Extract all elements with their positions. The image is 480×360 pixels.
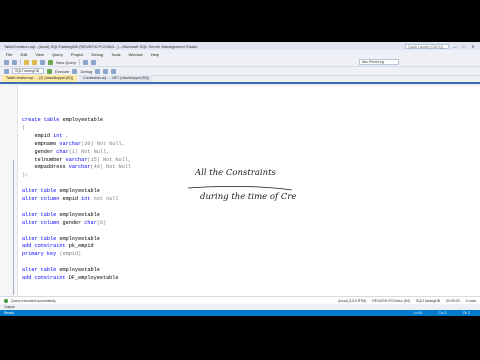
quick-launch-input[interactable]: Quick Launch (Ctrl+Q)	[405, 43, 449, 49]
execute-icon[interactable]	[47, 68, 52, 74]
menu-file[interactable]: File	[6, 52, 12, 57]
menu-project[interactable]: Project	[71, 52, 83, 57]
window-title: TableCreation.sql - (local).SQLTrainingD…	[4, 43, 198, 49]
menu-window[interactable]: Window	[128, 52, 142, 57]
menu-query[interactable]: Query	[52, 52, 63, 57]
title-bar-controls: Quick Launch (Ctrl+Q) — □ ✕	[405, 43, 476, 49]
results-text-icon[interactable]	[111, 68, 117, 74]
database-dropdown[interactable]: SQLTrainingDB	[12, 68, 44, 74]
menu-debug[interactable]: Debug	[91, 52, 103, 57]
close-button[interactable]: ✕	[470, 44, 476, 49]
handwritten-note-line2: during the time of Cre	[200, 192, 297, 202]
forward-icon[interactable]	[12, 59, 17, 65]
column-number: Col 2	[438, 311, 447, 315]
cursor-position: Ln 40 Col 2 Ch 2	[414, 310, 480, 316]
parse-icon[interactable]	[95, 68, 101, 74]
success-icon	[4, 298, 8, 303]
status-message: Query executed successfully.	[11, 298, 57, 303]
menu-view[interactable]: View	[35, 52, 44, 57]
maximize-button[interactable]: □	[461, 44, 467, 49]
new-query-icon[interactable]	[48, 59, 53, 65]
document-tabs: TableCreation.sql - ...(2) (VasuMuppal (…	[0, 75, 480, 84]
app-status-bar: Ready Ln 40 Col 2 Ch 2	[0, 310, 480, 316]
ssms-window: TableCreation.sql - (local).SQLTrainingD…	[0, 42, 480, 316]
back-icon[interactable]	[4, 59, 9, 65]
debug-icon[interactable]	[72, 68, 78, 74]
save-icon[interactable]	[40, 59, 45, 65]
menu-edit[interactable]: Edit	[20, 52, 27, 57]
query-status-bar: Query executed successfully. (local) (13…	[0, 296, 480, 304]
status-rows: 0 rows	[465, 298, 476, 303]
status-right: (local) (13.0 RTM) REVATHI-PC\\Vasu (54)…	[338, 299, 480, 303]
new-query-button[interactable]: New Query	[56, 60, 76, 65]
redo-icon[interactable]	[91, 59, 97, 65]
underline-stroke	[187, 186, 293, 191]
menu-tools[interactable]: Tools	[111, 52, 120, 57]
status-database: SQLTrainingDB	[415, 298, 441, 303]
status-login: REVATHI-PC\\Vasu (54)	[372, 298, 410, 303]
minimize-button[interactable]: —	[452, 44, 458, 49]
toolbar-separator	[20, 59, 21, 65]
object-dropdown[interactable]: dbo.PrimeLog	[359, 59, 400, 65]
title-bar: TableCreation.sql - (local).SQLTrainingD…	[0, 42, 480, 50]
tab-constraints[interactable]: Constraints.sql - ...NET (VasuMuppal (55…	[79, 75, 153, 82]
handwriting-layer	[187, 186, 293, 191]
open-folder-icon[interactable]	[32, 59, 37, 65]
tab-tablecreation[interactable]: TableCreation.sql - ...(2) (VasuMuppal (…	[2, 75, 78, 82]
status-time: 00:00:00	[446, 298, 460, 303]
query-editor[interactable]: create table employeetable( empid int , …	[0, 86, 480, 296]
new-file-icon[interactable]	[24, 59, 29, 65]
menu-help[interactable]: Help	[151, 52, 159, 57]
char-number: Ch 2	[462, 311, 470, 315]
execute-button[interactable]: Execute	[55, 69, 69, 74]
undo-icon[interactable]	[83, 59, 89, 65]
status-server: (local) (13.0 RTM)	[338, 298, 367, 303]
toolbar-separator	[79, 59, 81, 65]
menu-bar: File Edit View Query Project Debug Tools…	[0, 50, 480, 58]
connect-icon[interactable]	[4, 68, 9, 74]
ready-text: Ready	[4, 311, 15, 315]
results-grid-icon[interactable]	[103, 68, 109, 74]
handwritten-note-line1: All the Constraints	[195, 168, 276, 178]
standard-toolbar: New Query dbo.PrimeLog	[0, 58, 480, 67]
debug-button[interactable]: Debug	[80, 69, 92, 74]
line-number: Ln 40	[413, 311, 423, 315]
